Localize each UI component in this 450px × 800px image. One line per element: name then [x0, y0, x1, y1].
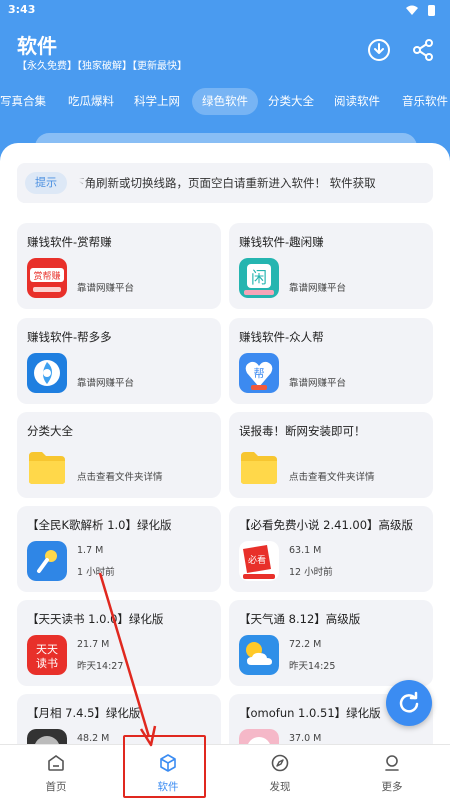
download-icon[interactable] — [366, 37, 392, 63]
card-title: 赚钱软件-趣闲赚 — [239, 235, 324, 249]
weather-app-icon — [239, 635, 279, 675]
tab-photo-collection[interactable]: 写真合集 — [0, 88, 46, 115]
card-folder-false-positive[interactable]: 误报毒！断网安装即可！ 点击查看文件夹详情 — [229, 412, 433, 498]
card-desc: 靠谱网赚平台 — [289, 283, 347, 294]
card-title: 【天气通 8.12】高级版 — [239, 612, 361, 626]
content-sheet: 请点击右下角刷新或切换线路，页面空白请重新进入软件！ 软件获取 提示 赚钱软件-… — [0, 143, 450, 800]
card-zhongrenbang[interactable]: 赚钱软件-众人帮 帮 靠谱网赚平台 — [229, 318, 433, 404]
card-desc: 靠谱网赚平台 — [77, 283, 135, 294]
file-size: 37.0 M — [289, 733, 322, 744]
svg-text:天天: 天天 — [36, 643, 58, 656]
page-subtitle: 【永久免费】【独家破解】【更新最快】 — [17, 61, 187, 72]
home-icon — [48, 755, 64, 771]
update-time: 12 小时前 — [289, 567, 333, 578]
user-icon — [385, 755, 399, 771]
file-size: 63.1 M — [289, 545, 322, 556]
card-quanmin-kge[interactable]: 【全民K歌解析 1.0】绿化版 1.7 M 1 小时前 — [17, 506, 221, 592]
nav-software[interactable]: 软件 — [112, 745, 224, 800]
zhongrenbang-app-icon: 帮 — [239, 353, 279, 393]
card-title: 赚钱软件-帮多多 — [27, 330, 112, 344]
nav-label: 更多 — [381, 781, 403, 793]
file-size: 48.2 M — [77, 733, 110, 744]
folder-icon — [241, 452, 277, 484]
card-bangduoduo[interactable]: 赚钱软件-帮多多 靠谱网赚平台 — [17, 318, 221, 404]
card-title: 【天天读书 1.0.0】绿化版 — [27, 612, 164, 626]
app-header: 软件 【永久免费】【独家破解】【更新最快】 — [0, 20, 450, 82]
tab-gossip[interactable]: 吃瓜爆料 — [68, 88, 114, 115]
card-title: 【必看免费小说 2.41.00】高级版 — [239, 518, 414, 532]
card-title: 【月相 7.4.5】绿化版 — [27, 706, 141, 720]
update-time: 1 小时前 — [77, 567, 115, 578]
card-shangbangzhuan[interactable]: 赚钱软件-赏帮赚 赏帮赚 靠谱网赚平台 — [17, 223, 221, 309]
card-desc: 靠谱网赚平台 — [77, 378, 135, 389]
nav-label: 软件 — [157, 781, 179, 793]
file-size: 21.7 M — [77, 639, 110, 650]
share-icon[interactable] — [410, 37, 436, 63]
compass-icon — [271, 754, 289, 772]
nav-label: 首页 — [45, 781, 67, 793]
tiantiandushu-app-icon: 天天 读书 — [27, 635, 67, 675]
file-size: 72.2 M — [289, 639, 322, 650]
status-time: 3:43 — [8, 3, 36, 16]
tab-music[interactable]: 音乐软件 — [402, 88, 448, 115]
svg-text:赏帮赚: 赏帮赚 — [33, 270, 60, 282]
wifi-battery-icon — [406, 5, 435, 16]
svg-text:必看: 必看 — [248, 554, 266, 566]
refresh-icon — [399, 691, 419, 713]
file-size: 1.7 M — [77, 545, 104, 556]
card-tianqitong[interactable]: 【天气通 8.12】高级版 72.2 M 昨天14:25 — [229, 600, 433, 686]
card-title: 分类大全 — [27, 424, 73, 438]
nav-discover[interactable]: 发现 — [224, 745, 336, 800]
card-desc: 点击查看文件夹详情 — [289, 472, 375, 483]
card-bikan-novel[interactable]: 【必看免费小说 2.41.00】高级版 必看 63.1 M 12 小时前 — [229, 506, 433, 592]
nav-label: 发现 — [269, 781, 291, 793]
card-desc: 靠谱网赚平台 — [289, 378, 347, 389]
novel-app-icon: 必看 — [239, 541, 279, 581]
notice-bar: 请点击右下角刷新或切换线路，页面空白请重新进入软件！ 软件获取 提示 — [17, 163, 433, 203]
tab-categories[interactable]: 分类大全 — [268, 88, 314, 115]
update-time: 昨天14:25 — [289, 661, 336, 672]
nav-home[interactable]: 首页 — [0, 745, 112, 800]
nav-more[interactable]: 更多 — [336, 745, 448, 800]
folder-icon — [29, 452, 65, 484]
category-tabs: 写真合集 吃瓜爆料 科学上网 绿色软件 分类大全 阅读软件 音乐软件 — [0, 86, 450, 116]
card-folder-categories[interactable]: 分类大全 点击查看文件夹详情 — [17, 412, 221, 498]
tab-reading[interactable]: 阅读软件 — [334, 88, 380, 115]
status-bar: 3:43 — [0, 0, 450, 20]
card-title: 【全民K歌解析 1.0】绿化版 — [27, 518, 172, 532]
card-tiantian-dushu[interactable]: 【天天读书 1.0.0】绿化版 天天 读书 21.7 M 昨天14:27 — [17, 600, 221, 686]
notice-tag: 提示 — [25, 172, 67, 194]
update-time: 昨天14:27 — [77, 661, 124, 672]
svg-text:读书: 读书 — [36, 656, 58, 670]
card-quxianzhuan[interactable]: 赚钱软件-趣闲赚 闲 靠谱网赚平台 — [229, 223, 433, 309]
card-title: 误报毒！断网安装即可！ — [239, 424, 366, 438]
shangbangzhuan-app-icon: 赏帮赚 — [27, 258, 67, 298]
bottom-navigation: 首页 软件 发现 更多 — [0, 744, 450, 800]
svg-text:闲: 闲 — [251, 268, 267, 287]
bangduoduo-app-icon — [27, 353, 67, 393]
card-title: 赚钱软件-众人帮 — [239, 330, 324, 344]
tab-green-software[interactable]: 绿色软件 — [192, 88, 258, 115]
tab-vpn[interactable]: 科学上网 — [134, 88, 180, 115]
page-title: 软件 — [17, 34, 57, 58]
quxianzhuan-app-icon: 闲 — [239, 258, 279, 298]
svg-text:帮: 帮 — [254, 367, 265, 380]
card-title: 【omofun 1.0.51】绿化版 — [239, 706, 381, 720]
card-desc: 点击查看文件夹详情 — [77, 472, 163, 483]
card-title: 赚钱软件-赏帮赚 — [27, 235, 112, 249]
cube-icon — [160, 754, 176, 772]
refresh-button[interactable] — [386, 680, 432, 726]
microphone-app-icon — [27, 541, 67, 581]
